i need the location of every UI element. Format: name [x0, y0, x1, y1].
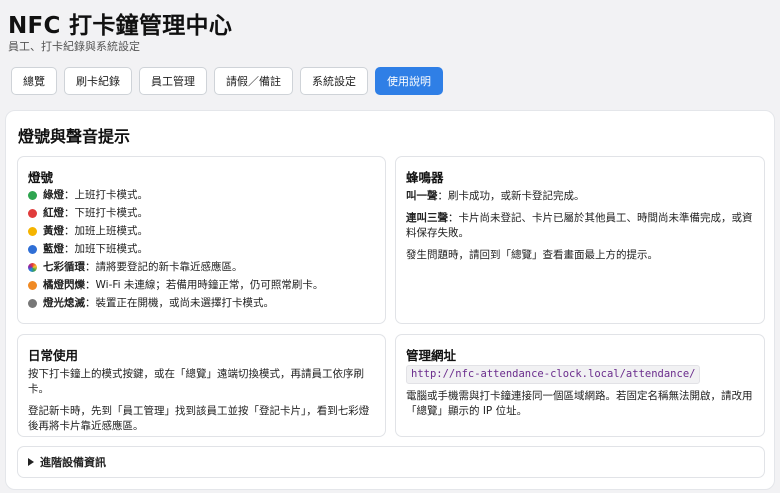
light-item-blue: 藍燈 ：加班下班模式。: [28, 240, 375, 258]
tab-help[interactable]: 使用說明: [375, 67, 443, 95]
buzzer-card: 蜂鳴器 叫一聲：刷卡成功，或新卡登記完成。 連叫三聲：卡片尚未登記、卡片已屬於其…: [395, 156, 765, 324]
blue-dot-icon: [28, 244, 37, 254]
buzzer-list: 叫一聲：刷卡成功，或新卡登記完成。 連叫三聲：卡片尚未登記、卡片已屬於其他員工、…: [406, 189, 754, 270]
advanced-device-info-label: 進階設備資訊: [40, 456, 106, 469]
tab-employees[interactable]: 員工管理: [139, 67, 207, 95]
admin-url-code[interactable]: http://nfc-attendance-clock.local/attend…: [406, 365, 701, 384]
gray-dot-icon: [28, 298, 37, 308]
advanced-device-info-toggle[interactable]: 進階設備資訊: [17, 446, 765, 478]
tab-bar: 總覽 刷卡紀錄 員工管理 請假／備註 系統設定 使用說明: [11, 67, 443, 95]
red-dot-icon: [28, 208, 37, 218]
daily-use-card: 日常使用 按下打卡鐘上的模式按鍵，或在「總覽」遠端切換模式，再請員工依序刷卡。 …: [17, 334, 386, 437]
lights-list: 綠燈 ：上班打卡模式。 紅燈 ：下班打卡模式。 黃燈 ：加班上班模式。 藍燈 ：加班下班…: [28, 186, 375, 312]
light-item-orange: 橘燈閃爍 ：Wi-Fi 未連線；若備用時鐘正常，仍可照常刷卡。: [28, 276, 375, 294]
tab-settings[interactable]: 系統設定: [300, 67, 368, 95]
light-item-off: 燈光熄滅 ：裝置正在開機，或尚未選擇打卡模式。: [28, 294, 375, 312]
app-subtitle: 員工、打卡紀錄與系統設定: [8, 40, 140, 53]
buzzer-title: 蜂鳴器: [406, 170, 444, 185]
rainbow-dot-icon: [28, 262, 37, 272]
help-panel: 燈號與聲音提示 燈號 綠燈 ：上班打卡模式。 紅燈 ：下班打卡模式。 黃燈 ：加班上班…: [5, 110, 775, 490]
daily-use-body: 按下打卡鐘上的模式按鍵，或在「總覽」遠端切換模式，再請員工依序刷卡。 登記新卡時…: [28, 367, 375, 441]
admin-url-card: 管理網址 http://nfc-attendance-clock.local/a…: [395, 334, 765, 437]
light-item-yellow: 黃燈 ：加班上班模式。: [28, 222, 375, 240]
tab-swipe-records[interactable]: 刷卡紀錄: [64, 67, 132, 95]
buzzer-note: 發生問題時，請回到「總覽」查看畫面最上方的提示。: [406, 249, 658, 261]
app-title: NFC 打卡鐘管理中心: [8, 13, 233, 39]
light-item-red: 紅燈 ：下班打卡模式。: [28, 204, 375, 222]
buzzer-item-single: 叫一聲：刷卡成功，或新卡登記完成。: [406, 190, 585, 202]
lights-card: 燈號 綠燈 ：上班打卡模式。 紅燈 ：下班打卡模式。 黃燈 ：加班上班模式。 藍燈 ：加…: [17, 156, 386, 324]
panel-title: 燈號與聲音提示: [18, 127, 131, 146]
tab-overview[interactable]: 總覽: [11, 67, 57, 95]
buzzer-item-triple: 連叫三聲：卡片尚未登記、卡片已屬於其他員工、時間尚未準備完成，或資料保存失敗。: [406, 212, 753, 239]
orange-dot-icon: [28, 280, 37, 290]
light-item-green: 綠燈 ：上班打卡模式。: [28, 186, 375, 204]
daily-use-paragraph: 按下打卡鐘上的模式按鍵，或在「總覽」遠端切換模式，再請員工依序刷卡。: [28, 368, 364, 395]
daily-use-paragraph: 登記新卡時，先到「員工管理」找到該員工並按「登記卡片」，看到七彩燈後再將卡片靠近…: [28, 405, 370, 432]
admin-url-title: 管理網址: [406, 348, 457, 363]
light-item-rainbow: 七彩循環 ：請將要登記的新卡靠近感應區。: [28, 258, 375, 276]
green-dot-icon: [28, 190, 37, 200]
admin-url-body: http://nfc-attendance-clock.local/attend…: [406, 365, 754, 419]
yellow-dot-icon: [28, 226, 37, 236]
caret-right-icon: [28, 458, 34, 466]
lights-title: 燈號: [28, 170, 54, 185]
daily-use-title: 日常使用: [28, 348, 79, 363]
admin-url-note: 電腦或手機需與打卡鐘連接同一個區域網路。若固定名稱無法開啟，請改用「總覽」顯示的…: [406, 390, 753, 417]
tab-leave-notes[interactable]: 請假／備註: [214, 67, 293, 95]
